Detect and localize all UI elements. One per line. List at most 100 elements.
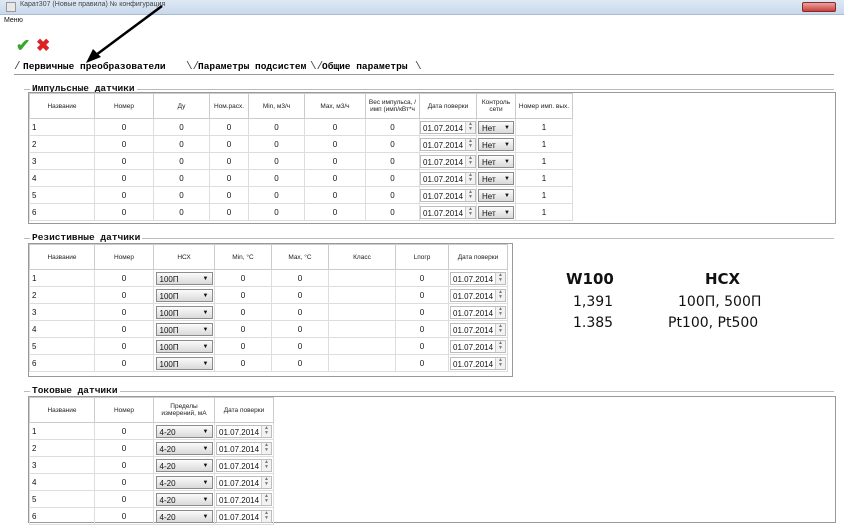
select-dropdown[interactable]: 4-20 ▼	[155, 492, 213, 507]
table-row[interactable]: 5 0 0 0 0 0 0 01.07.2014 ▲ ▼ Нет ▼ 1	[29, 186, 574, 204]
table-cell[interactable]: 0	[304, 118, 366, 136]
date-cell[interactable]: 01.07.2014 ▲ ▼	[419, 118, 477, 136]
spinner-icon[interactable]: ▲ ▼	[465, 206, 475, 218]
table-cell[interactable]: 0	[365, 169, 420, 187]
table-cell[interactable]: 0	[94, 320, 154, 338]
table-cell[interactable]: 0	[304, 152, 366, 170]
chevron-down-icon[interactable]: ▼	[203, 307, 209, 320]
spinner-icon[interactable]: ▲ ▼	[261, 476, 271, 488]
date-cell[interactable]: 01.07.2014 ▲ ▼	[448, 354, 508, 372]
table-cell[interactable]: 0	[94, 186, 154, 204]
table-cell[interactable]: 0	[214, 269, 272, 287]
date-picker[interactable]: 01.07.2014 ▲ ▼	[420, 188, 476, 202]
chevron-down-icon[interactable]: ▼	[504, 122, 510, 135]
date-cell[interactable]: 01.07.2014 ▲ ▼	[448, 320, 508, 338]
dropdown-cell[interactable]: 4-20 ▼	[153, 456, 215, 474]
date-picker[interactable]: 01.07.2014 ▲ ▼	[450, 322, 506, 336]
table-cell[interactable]: 0	[365, 152, 420, 170]
row-name-cell[interactable]: 3	[29, 303, 95, 321]
select-dropdown[interactable]: 100П ▼	[155, 339, 213, 353]
table-cell[interactable]: 0	[94, 422, 154, 440]
dropdown-cell[interactable]: 100П ▼	[153, 354, 215, 372]
table-cell[interactable]: 0	[365, 118, 420, 136]
chevron-down-icon[interactable]: ▼	[203, 443, 209, 456]
table-cell[interactable]: 1	[515, 152, 573, 170]
spinner-icon[interactable]: ▲ ▼	[465, 172, 475, 184]
select-dropdown[interactable]: Нет ▼	[478, 171, 514, 185]
chevron-down-icon[interactable]: ▼	[203, 358, 209, 371]
cross-icon[interactable]: ✖	[36, 37, 50, 54]
table-cell[interactable]: 0	[214, 337, 272, 355]
checkmark-icon[interactable]: ✔	[16, 37, 30, 54]
spinner-icon[interactable]: ▲ ▼	[465, 121, 475, 133]
table-cell[interactable]: 0	[153, 135, 210, 153]
select-dropdown[interactable]: Нет ▼	[478, 120, 514, 135]
row-name-cell[interactable]: 3	[29, 456, 95, 474]
chevron-down-icon[interactable]: ▼	[203, 511, 209, 524]
date-cell[interactable]: 01.07.2014 ▲ ▼	[214, 422, 274, 440]
row-name-cell[interactable]: 5	[29, 337, 95, 355]
select-dropdown[interactable]: 4-20 ▼	[155, 424, 213, 438]
table-row[interactable]: 6 0 100П ▼ 0 0 0 01.07.2014 ▲ ▼	[29, 354, 509, 372]
table-cell[interactable]: 0	[365, 135, 420, 153]
table-cell[interactable]: 0	[153, 186, 210, 204]
table-row[interactable]: 3 0 0 0 0 0 0 01.07.2014 ▲ ▼ Нет ▼ 1	[29, 152, 574, 170]
table-cell[interactable]: 0	[271, 269, 329, 287]
table-row[interactable]: 4 0 100П ▼ 0 0 0 01.07.2014 ▲ ▼	[29, 320, 509, 338]
select-dropdown[interactable]: 100П ▼	[155, 305, 213, 320]
chevron-down-icon[interactable]: ▼	[504, 190, 510, 203]
row-name-cell[interactable]: 4	[29, 320, 95, 338]
table-cell[interactable]: 1	[515, 203, 573, 221]
table-cell[interactable]: 0	[304, 135, 366, 153]
chevron-down-icon[interactable]: ▼	[504, 207, 510, 220]
chevron-down-icon[interactable]: ▼	[203, 494, 209, 507]
date-picker[interactable]: 01.07.2014 ▲ ▼	[420, 137, 476, 151]
chevron-down-icon[interactable]: ▼	[203, 460, 209, 473]
table-cell[interactable]: 0	[94, 490, 154, 508]
date-picker[interactable]: 01.07.2014 ▲ ▼	[450, 356, 506, 370]
table-cell[interactable]: 0	[94, 135, 154, 153]
date-picker[interactable]: 01.07.2014 ▲ ▼	[216, 441, 272, 455]
table-cell[interactable]: 0	[209, 135, 249, 153]
dropdown-cell[interactable]: 4-20 ▼	[153, 507, 215, 525]
row-name-cell[interactable]: 5	[29, 186, 95, 204]
table-cell[interactable]	[328, 303, 396, 321]
row-name-cell[interactable]: 1	[29, 118, 95, 136]
table-cell[interactable]: 0	[271, 303, 329, 321]
table-cell[interactable]: 0	[248, 135, 305, 153]
table-cell[interactable]: 0	[271, 286, 329, 304]
chevron-down-icon[interactable]: ▼	[504, 156, 510, 169]
date-picker[interactable]: 01.07.2014 ▲ ▼	[420, 154, 476, 168]
table-cell[interactable]: 0	[304, 169, 366, 187]
table-cell[interactable]	[328, 337, 396, 355]
table-row[interactable]: 2 0 0 0 0 0 0 01.07.2014 ▲ ▼ Нет ▼ 1	[29, 135, 574, 153]
date-cell[interactable]: 01.07.2014 ▲ ▼	[448, 337, 508, 355]
select-dropdown[interactable]: 100П ▼	[155, 356, 213, 371]
table-cell[interactable]: 0	[271, 354, 329, 372]
table-row[interactable]: 2 0 4-20 ▼ 01.07.2014 ▲ ▼	[29, 439, 275, 457]
row-name-cell[interactable]: 6	[29, 507, 95, 525]
date-cell[interactable]: 01.07.2014 ▲ ▼	[214, 473, 274, 491]
table-row[interactable]: 4 0 0 0 0 0 0 01.07.2014 ▲ ▼ Нет ▼ 1	[29, 169, 574, 187]
spinner-icon[interactable]: ▲ ▼	[495, 289, 505, 301]
table-cell[interactable]: 1	[515, 186, 573, 204]
spinner-icon[interactable]: ▲ ▼	[465, 189, 475, 201]
table-cell[interactable]: 0	[304, 186, 366, 204]
select-dropdown[interactable]: 4-20 ▼	[155, 509, 213, 524]
date-picker[interactable]: 01.07.2014 ▲ ▼	[216, 458, 272, 472]
row-name-cell[interactable]: 1	[29, 269, 95, 287]
dropdown-cell[interactable]: Нет ▼	[476, 135, 516, 153]
date-picker[interactable]: 01.07.2014 ▲ ▼	[420, 205, 476, 219]
date-picker[interactable]: 01.07.2014 ▲ ▼	[450, 271, 506, 285]
row-name-cell[interactable]: 2	[29, 439, 95, 457]
dropdown-cell[interactable]: 100П ▼	[153, 303, 215, 321]
tab-general-params[interactable]: Общие параметры	[316, 60, 408, 74]
table-cell[interactable]: 0	[214, 354, 272, 372]
table-cell[interactable]: 1	[515, 135, 573, 153]
date-picker[interactable]: 01.07.2014 ▲ ▼	[216, 492, 272, 506]
dropdown-cell[interactable]: 4-20 ▼	[153, 439, 215, 457]
date-picker[interactable]: 01.07.2014 ▲ ▼	[420, 120, 476, 134]
spinner-icon[interactable]: ▲ ▼	[261, 493, 271, 505]
dropdown-cell[interactable]: Нет ▼	[476, 186, 516, 204]
table-cell[interactable]: 0	[395, 286, 449, 304]
